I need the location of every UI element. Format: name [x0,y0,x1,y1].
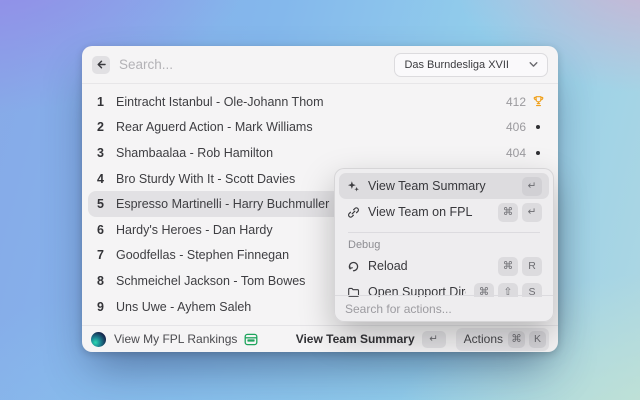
keycap-R: R [522,257,542,276]
row-rank: 9 [94,300,107,314]
keycap-⌘: ⌘ [498,257,518,276]
enter-keycap: ↵ [422,331,446,348]
status-bar: View My FPL Rankings View Team Summary ↵… [82,325,558,352]
actions-menu: View Team Summary↵View Team on FPL⌘↵Debu… [334,168,554,322]
keycap-↵: ↵ [522,203,542,222]
keycap-K: K [529,331,546,348]
keycap-⌘: ⌘ [508,331,525,348]
row-title: Shambaalaa - Rob Hamilton [116,146,506,160]
actions-button[interactable]: Actions ⌘K [456,328,549,351]
primary-action-label[interactable]: View Team Summary [296,332,415,346]
row-rank: 6 [94,223,107,237]
row-rank: 5 [94,197,107,211]
actions-button-label: Actions [464,332,503,346]
menu-item-keycaps: ⌘R [498,257,542,276]
menu-item-label: View Team Summary [368,179,514,193]
league-dropdown-value: Das Burndesliga XVII [404,59,509,71]
list-row-rank-1[interactable]: 1 Eintracht Istanbul - Ole-Johann Thom412 [88,89,552,115]
row-title: Eintracht Istanbul - Ole-Johann Thom [116,95,506,109]
row-rank: 3 [94,146,107,160]
actions-keycaps: ⌘K [508,331,546,348]
back-button[interactable] [92,56,110,74]
league-dropdown[interactable]: Das Burndesliga XVII [394,53,548,77]
list-row-rank-2[interactable]: 2 Rear Aguerd Action - Mark Williams406 [88,115,552,141]
keycap-⌘: ⌘ [498,203,518,222]
extension-logo-icon [91,332,106,347]
row-points: 404 [506,146,526,160]
row-rank: 7 [94,248,107,262]
dot-indicator [530,125,546,129]
menu-item-reload[interactable]: Reload ⌘R [339,253,549,279]
list-row-rank-3[interactable]: 3 Shambaalaa - Rob Hamilton404 [88,140,552,166]
menu-item-keycaps: ⌘↵ [498,203,542,222]
trophy-icon [530,95,546,108]
row-title: Rear Aguerd Action - Mark Williams [116,120,506,134]
menu-item-view-team-summary[interactable]: View Team Summary ↵ [339,173,549,199]
row-points: 412 [506,95,526,109]
chevron-down-icon [529,61,538,68]
arrow-left-icon [96,59,107,70]
row-points: 406 [506,120,526,134]
keycap-↵: ↵ [522,177,542,196]
link-icon [346,206,360,219]
search-bar: Search... Das Burndesliga XVII [82,46,558,84]
row-rank: 8 [94,274,107,288]
search-input[interactable]: Search... [119,57,394,72]
sparkle-icon [346,180,360,193]
rankings-card-icon [244,333,258,346]
menu-item-label: View Team on FPL [368,205,490,219]
menu-section-header: Debug [339,233,549,253]
command-title: View My FPL Rankings [114,332,237,346]
menu-item-label: Reload [368,259,490,273]
dot-indicator [530,151,546,155]
row-rank: 2 [94,120,107,134]
menu-item-view-team-on-fpl[interactable]: View Team on FPL ⌘↵ [339,199,549,225]
actions-menu-items: View Team Summary↵View Team on FPL⌘↵Debu… [335,169,553,297]
reload-icon [346,260,360,273]
row-rank: 4 [94,172,107,186]
row-rank: 1 [94,95,107,109]
actions-search-input[interactable]: Search for actions... [335,295,553,321]
menu-item-keycaps: ↵ [522,177,542,196]
